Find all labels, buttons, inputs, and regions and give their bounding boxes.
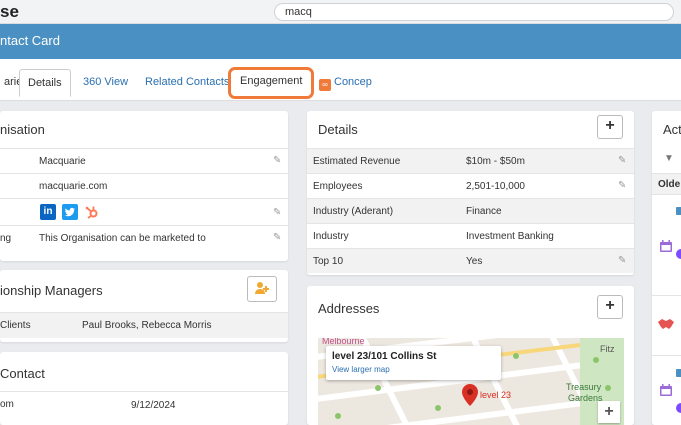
tab-engagement[interactable]: Engagement — [228, 67, 315, 99]
details-row-label: Estimated Revenue — [313, 156, 401, 167]
activity-avatar — [676, 403, 681, 413]
edit-pencil-icon[interactable]: ✎ — [273, 232, 283, 243]
page-title: ntact Card — [0, 33, 60, 48]
organisation-card-title: nisation — [0, 122, 45, 137]
map-area-label: Melbourne — [322, 338, 365, 346]
tab-bar: arie Details 360 View Related Contacts E… — [0, 59, 681, 101]
org-website-link[interactable]: macquarie.com — [39, 181, 107, 192]
activity-divider — [652, 295, 681, 296]
edit-pencil-icon[interactable]: ✎ — [273, 207, 283, 218]
details-row-label: Industry — [313, 231, 349, 242]
details-row-value: 2,501-10,000 — [466, 181, 525, 192]
handshake-icon — [658, 317, 674, 329]
addresses-card-title: Addresses — [318, 301, 380, 316]
details-row: Employees 2,501-10,000 ✎ — [307, 173, 634, 198]
details-row-label: Industry (Aderant) — [313, 206, 394, 217]
details-card-title: Details — [318, 122, 358, 137]
organisation-card: nisation Macquarie ✎ macquarie.com in ✎ … — [0, 111, 288, 261]
activity-divider — [652, 355, 681, 356]
calendar-icon — [660, 383, 672, 396]
relationship-row: Clients Paul Brooks, Rebecca Morris — [0, 312, 288, 338]
filter-icon[interactable]: ▼ — [664, 153, 674, 164]
org-marketing-value: This Organisation can be marketed to — [39, 233, 206, 244]
contact-row: om 9/12/2024 — [0, 391, 288, 417]
relationship-managers-card: ionship Managers Clients Paul Brooks, Re… — [0, 270, 288, 342]
org-row-website: macquarie.com — [0, 173, 288, 198]
relationship-label: Clients — [0, 320, 31, 331]
twitter-icon[interactable] — [62, 204, 78, 220]
app-title-fragment: se — [0, 2, 19, 21]
edit-pencil-icon[interactable]: ✎ — [618, 155, 628, 166]
org-row-marketing: ng This Organisation can be marketed to … — [0, 225, 288, 250]
address-map[interactable]: Melbourne Fitz Treasury Gardens level 23… — [318, 338, 624, 425]
contact-row-label: om — [0, 399, 14, 410]
tab-related-contacts[interactable]: Related Contacts — [137, 69, 237, 97]
activity-sort-label: Olde — [658, 179, 681, 190]
details-row-value: Finance — [466, 206, 502, 217]
tab-details[interactable]: Details — [19, 69, 71, 97]
concept-icon: ∞ — [319, 79, 331, 91]
map-area-label: Treasury — [566, 382, 602, 392]
details-row-label: Employees — [313, 181, 363, 192]
org-row-social: in ✎ — [0, 198, 288, 225]
contact-card-title: Contact — [0, 366, 45, 381]
map-address: level 23/101 Collins St — [332, 351, 437, 362]
edit-pencil-icon[interactable]: ✎ — [273, 155, 283, 166]
details-row-value: Investment Banking — [466, 231, 554, 242]
contact-card: Contact om 9/12/2024 — [0, 352, 288, 425]
map-zoom-in-button[interactable]: + — [598, 401, 620, 423]
hubspot-icon[interactable] — [84, 204, 100, 220]
page-header: ntact Card — [0, 24, 681, 59]
org-marketing-label: ng — [0, 233, 12, 244]
map-info-popup: level 23/101 Collins St View larger map — [326, 346, 501, 380]
view-larger-map-link[interactable]: View larger map — [332, 365, 390, 374]
calendar-icon — [660, 239, 672, 252]
edit-pencil-icon[interactable]: ✎ — [618, 255, 628, 266]
map-pin-label: level 23 — [480, 390, 512, 400]
relationship-managers-value: Paul Brooks, Rebecca Morris — [82, 320, 212, 331]
map-pin-icon[interactable] — [462, 384, 478, 406]
add-manager-button[interactable] — [247, 276, 277, 302]
addresses-card: Addresses + Melbourne Fitz Treasury Gard… — [307, 286, 634, 425]
activity-marker — [676, 369, 681, 377]
relationship-managers-title: ionship Managers — [0, 283, 103, 298]
details-row-label: Top 10 — [313, 256, 344, 267]
activity-sort-header[interactable]: Olde — [652, 173, 681, 195]
org-name-value: Macquarie — [39, 156, 86, 167]
details-row-value: Yes — [466, 256, 483, 267]
browser-top-bar: se macq — [0, 0, 681, 24]
activity-card-title: Act — [663, 122, 681, 137]
tab-concep[interactable]: ∞ Concep — [311, 69, 380, 97]
edit-pencil-icon[interactable]: ✎ — [618, 180, 628, 191]
global-search-input[interactable]: macq — [274, 3, 674, 21]
activity-marker — [676, 207, 681, 215]
addresses-add-button[interactable]: + — [597, 295, 623, 319]
org-row-name: Macquarie ✎ — [0, 148, 288, 173]
details-row: Top 10 Yes ✎ — [307, 248, 634, 273]
details-row-value: $10m - $50m — [466, 156, 525, 167]
activity-avatar — [676, 249, 681, 259]
map-area-label: Fitz — [600, 344, 615, 354]
linkedin-icon[interactable]: in — [40, 204, 56, 220]
details-card: Details + Estimated Revenue $10m - $50m … — [307, 111, 634, 275]
tab-360-view[interactable]: 360 View — [75, 69, 136, 97]
activity-card: Act ▼ Olde — [652, 111, 681, 425]
contact-row-value: 9/12/2024 — [131, 400, 176, 411]
tab-concep-label: Concep — [334, 76, 372, 88]
details-add-button[interactable]: + — [597, 115, 623, 139]
details-row: Industry Investment Banking — [307, 223, 634, 248]
details-row: Estimated Revenue $10m - $50m ✎ — [307, 148, 634, 173]
details-row: Industry (Aderant) Finance — [307, 198, 634, 223]
